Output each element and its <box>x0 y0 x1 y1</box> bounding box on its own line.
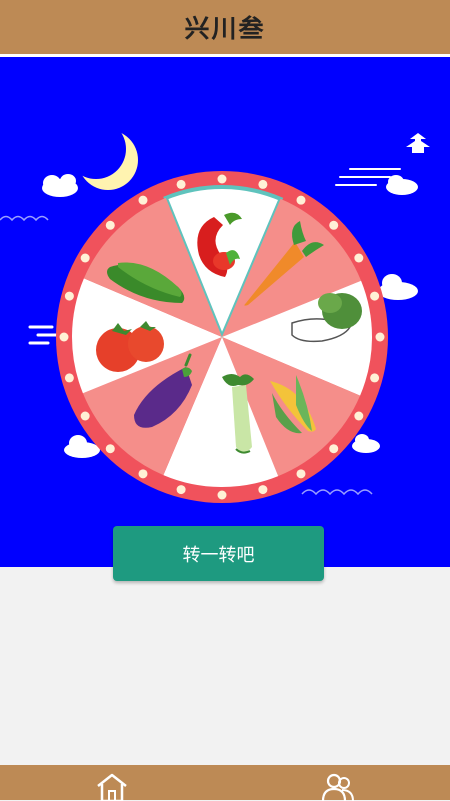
rim-light <box>138 469 148 479</box>
users-icon[interactable] <box>320 771 356 801</box>
rim-light <box>217 490 227 500</box>
rim-light <box>258 485 268 495</box>
rim-light <box>59 332 69 342</box>
home-icon[interactable] <box>94 771 130 801</box>
bottom-nav <box>0 765 450 801</box>
rim-light <box>176 179 186 189</box>
cloud-icon <box>386 175 418 195</box>
rim-light <box>329 220 339 230</box>
moon-icon <box>66 119 138 190</box>
rim-light <box>258 179 268 189</box>
cloud-icon <box>42 174 78 197</box>
app-header: 兴川叁 <box>0 0 450 57</box>
pagoda-icon <box>406 133 430 153</box>
rim-light <box>80 253 90 263</box>
spin-button-label: 转一转吧 <box>182 544 255 566</box>
wind-lines-icon <box>28 325 60 345</box>
rim-light <box>354 253 364 263</box>
rim-light <box>64 373 74 383</box>
cloud-icon <box>352 434 380 453</box>
spin-button[interactable]: 转一转吧 <box>113 526 324 581</box>
lucky-wheel-stage <box>0 57 450 567</box>
cloud-icon <box>378 274 418 300</box>
rim-light <box>217 174 227 184</box>
rim-light <box>80 411 90 421</box>
rim-light <box>370 291 380 301</box>
rim-light <box>64 291 74 301</box>
page-title: 兴川叁 <box>184 14 266 43</box>
rim-light <box>176 485 186 495</box>
rim-light <box>105 444 115 454</box>
rim-light <box>370 373 380 383</box>
rim-light <box>105 220 115 230</box>
stage-decorations <box>0 119 430 503</box>
rim-light <box>138 195 148 205</box>
rim-light <box>375 332 385 342</box>
rim-light <box>329 444 339 454</box>
rim-light <box>296 195 306 205</box>
rim-light <box>354 411 364 421</box>
rim-light <box>296 469 306 479</box>
